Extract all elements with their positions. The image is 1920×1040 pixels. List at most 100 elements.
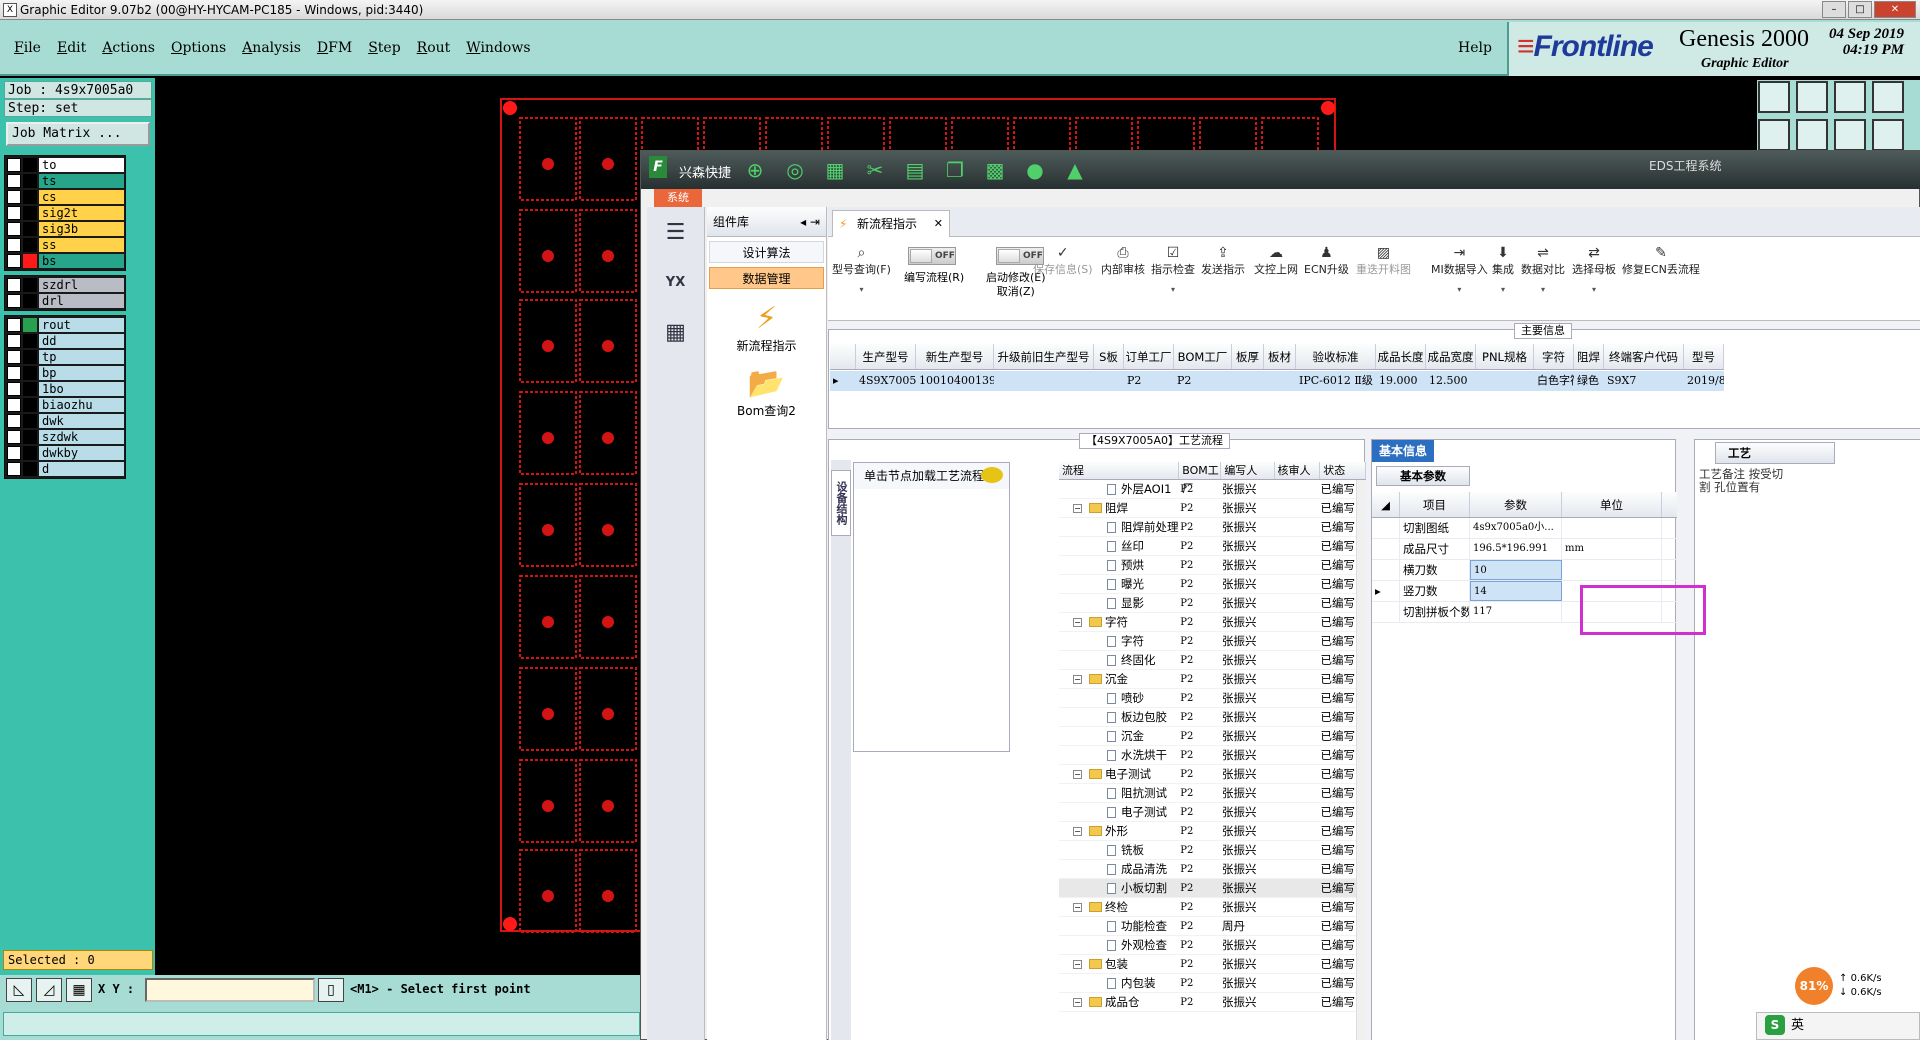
- layer-name[interactable]: ts: [39, 174, 124, 188]
- collapse-toggle-icon[interactable]: −: [1073, 998, 1082, 1007]
- layer-name[interactable]: d: [39, 462, 124, 476]
- process-row[interactable]: 曝光 P2 张振兴 已编写: [1059, 575, 1366, 594]
- menu-rout[interactable]: Rout: [411, 40, 461, 56]
- snap-tool-icon[interactable]: ◺: [6, 978, 32, 1002]
- ribbon-printer-button[interactable]: ⎙ 内部审核: [1101, 245, 1145, 277]
- cursor-mode-icon[interactable]: ▯: [318, 978, 344, 1002]
- layer-row[interactable]: bp: [6, 365, 124, 381]
- basic-info-row[interactable]: 成品尺寸 196.5*196.991 mm: [1372, 539, 1677, 560]
- layer-name[interactable]: szdrl: [39, 278, 124, 292]
- film-icon[interactable]: ▤: [901, 157, 929, 183]
- cell[interactable]: S9X7: [1604, 371, 1684, 391]
- basic-info-row[interactable]: 横刀数 10: [1372, 560, 1677, 581]
- layer-checkbox[interactable]: [7, 294, 21, 308]
- param-cell[interactable]: 196.5*196.991: [1470, 539, 1562, 559]
- process-row[interactable]: 内包装 P2 张振兴 已编写: [1059, 974, 1366, 993]
- process-row[interactable]: 阻焊前处理 P2 张振兴 已编写: [1059, 518, 1366, 537]
- layer-row[interactable]: sig2t: [6, 205, 124, 221]
- job-matrix-button[interactable]: Job Matrix ...: [6, 122, 150, 146]
- write-process-toggle[interactable]: OFF: [908, 247, 956, 265]
- layer-name[interactable]: dd: [39, 334, 124, 348]
- process-row[interactable]: 水洗烘干 P2 张振兴 已编写: [1059, 746, 1366, 765]
- process-row[interactable]: − 包装 P2 张振兴 已编写: [1059, 955, 1366, 974]
- menu-step[interactable]: Step: [362, 40, 410, 56]
- menu-analysis[interactable]: Analysis: [236, 40, 311, 56]
- layer-name[interactable]: cs: [39, 190, 124, 204]
- process-row[interactable]: − 终检 P2 张振兴 已编写: [1059, 898, 1366, 917]
- layer-checkbox[interactable]: [7, 414, 21, 428]
- process-row[interactable]: 板边包胶 P2 张振兴 已编写: [1059, 708, 1366, 727]
- layer-row[interactable]: tp: [6, 349, 124, 365]
- layer-checkbox[interactable]: [7, 190, 21, 204]
- layer-row[interactable]: szdwk: [6, 429, 124, 445]
- cell[interactable]: 白色字符: [1534, 371, 1574, 391]
- layer-name[interactable]: bs: [39, 254, 124, 268]
- tree-column-header[interactable]: 编写人: [1221, 462, 1275, 479]
- minimize-button[interactable]: –: [1822, 1, 1846, 18]
- cell[interactable]: IPC-6012 Ⅱ级: [1296, 371, 1376, 391]
- menu-help[interactable]: Help: [1458, 40, 1492, 56]
- param-cell[interactable]: 10: [1470, 560, 1562, 580]
- close-tab-icon[interactable]: ✕: [934, 211, 943, 237]
- layer-checkbox[interactable]: [7, 206, 21, 220]
- basic-info-header[interactable]: 基本信息: [1372, 440, 1434, 462]
- collapse-toggle-icon[interactable]: −: [1073, 827, 1082, 836]
- layer-name[interactable]: tp: [39, 350, 124, 364]
- collapse-toggle-icon[interactable]: −: [1073, 960, 1082, 969]
- menu-options[interactable]: Options: [165, 40, 236, 56]
- chart-icon[interactable]: ▲: [1061, 157, 1089, 183]
- process-row[interactable]: 字符 P2 张振兴 已编写: [1059, 632, 1366, 651]
- column-header[interactable]: 参数: [1470, 492, 1562, 517]
- dropdown-arrow-icon[interactable]: ▾: [1431, 285, 1488, 294]
- ribbon-wrench-button[interactable]: ✎ 修复ECN丢流程: [1622, 245, 1700, 277]
- comp-item-design-algorithm[interactable]: 设计算法: [709, 241, 824, 263]
- factory-icon[interactable]: YX: [651, 263, 701, 307]
- layer-name[interactable]: sig2t: [39, 206, 124, 220]
- layer-row[interactable]: to: [6, 157, 124, 173]
- layer-name[interactable]: dwkby: [39, 446, 124, 460]
- layer-row[interactable]: drl: [6, 293, 124, 309]
- column-header[interactable]: 生产型号: [856, 344, 916, 369]
- menu-actions[interactable]: Actions: [96, 40, 165, 56]
- layer-row[interactable]: bs: [6, 253, 124, 269]
- process-row[interactable]: 外层AOI1 P2 张振兴 已编写: [1059, 480, 1366, 499]
- maximize-button[interactable]: □: [1848, 1, 1872, 18]
- ribbon-import-button[interactable]: ⇥ MI数据导入 ▾: [1431, 245, 1488, 294]
- process-row[interactable]: 小板切割 P2 张振兴 已编写: [1059, 879, 1366, 898]
- help-ring-icon[interactable]: ◎: [781, 157, 809, 183]
- layer-name[interactable]: to: [39, 158, 124, 172]
- layer-name[interactable]: 1bo: [39, 382, 124, 396]
- equipment-structure-tab[interactable]: 设备结构: [831, 470, 851, 536]
- user-icon[interactable]: ●: [1021, 157, 1049, 183]
- process-row[interactable]: − 阻焊 P2 张振兴 已编写: [1059, 499, 1366, 518]
- comp-item-data-management[interactable]: 数据管理: [709, 267, 824, 289]
- copy-icon[interactable]: ❐: [941, 157, 969, 183]
- grid-tool-icon[interactable]: ▦: [66, 978, 92, 1002]
- system-tab[interactable]: 系统: [654, 189, 702, 207]
- layer-name[interactable]: dwk: [39, 414, 124, 428]
- ribbon-cloud-upload-button[interactable]: ☁ 文控上网: [1254, 245, 1298, 277]
- layer-checkbox[interactable]: [7, 174, 21, 188]
- ribbon-compare-button[interactable]: ⇌ 数据对比 ▾: [1521, 245, 1565, 294]
- new-process-button[interactable]: ⚡ 新流程指示: [707, 301, 826, 354]
- process-row[interactable]: 电子测试 P2 张振兴 已编写: [1059, 803, 1366, 822]
- process-scrollbar[interactable]: [1356, 480, 1366, 1040]
- tree-column-header[interactable]: 状态: [1320, 462, 1367, 479]
- basic-params-tab[interactable]: 基本参数: [1376, 466, 1470, 486]
- process-row[interactable]: − 外形 P2 张振兴 已编写: [1059, 822, 1366, 841]
- process-row[interactable]: 预烘 P2 张振兴 已编写: [1059, 556, 1366, 575]
- layer-row[interactable]: cs: [6, 189, 124, 205]
- layer-row[interactable]: biaozhu: [6, 397, 124, 413]
- layer-name[interactable]: bp: [39, 366, 124, 380]
- basic-info-row[interactable]: 切割图纸 4s9x7005a0小...: [1372, 518, 1677, 539]
- tab-new-process[interactable]: ⚡ 新流程指示 ✕: [832, 210, 950, 237]
- layer-row[interactable]: dwk: [6, 413, 124, 429]
- layer-checkbox[interactable]: [7, 334, 21, 348]
- process-row[interactable]: 功能检查 P2 周丹 已编写: [1059, 917, 1366, 936]
- cell[interactable]: [1476, 371, 1534, 391]
- layer-row[interactable]: 1bo: [6, 381, 124, 397]
- menu-dfm[interactable]: DFM: [311, 40, 362, 56]
- collapse-toggle-icon[interactable]: −: [1073, 504, 1082, 513]
- column-header[interactable]: 型号: [1684, 344, 1724, 369]
- tree-column-header[interactable]: BOM工厂: [1179, 462, 1222, 495]
